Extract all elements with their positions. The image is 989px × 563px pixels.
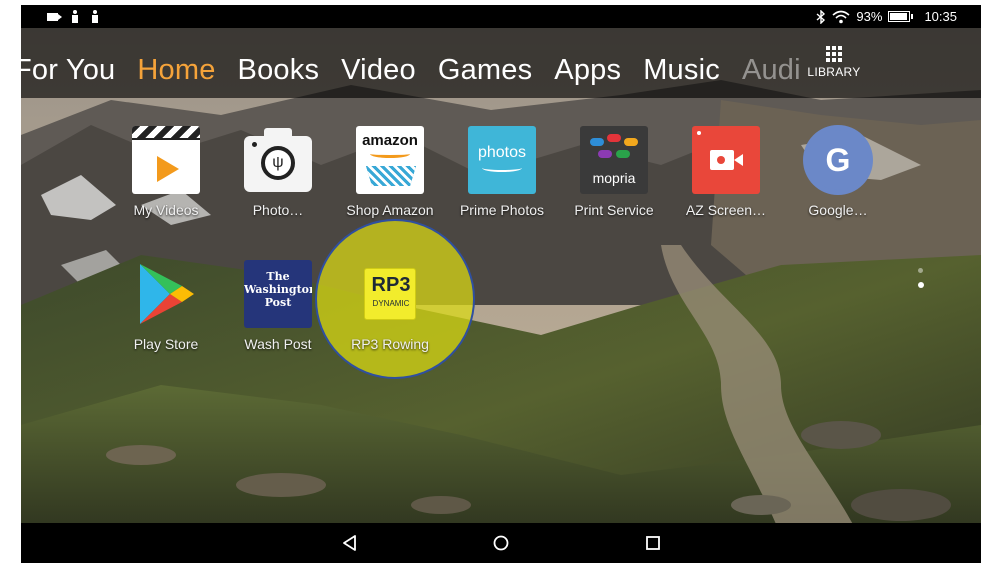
bluetooth-icon bbox=[816, 9, 826, 24]
app-label: Prime Photos bbox=[459, 202, 545, 218]
app-label: Google… bbox=[808, 202, 868, 218]
washington-post-icon: The Washington Post bbox=[244, 260, 312, 328]
google-settings-icon: G bbox=[804, 126, 872, 194]
person-icon bbox=[92, 10, 98, 23]
my-videos-icon bbox=[132, 126, 200, 194]
recents-icon[interactable] bbox=[642, 532, 664, 554]
app-print-service[interactable]: mopria Print Service bbox=[562, 126, 666, 218]
app-label: Shop Amazon bbox=[346, 202, 434, 218]
library-label: LIBRARY bbox=[807, 65, 861, 79]
app-label: Wash Post bbox=[244, 336, 312, 352]
app-label: Print Service bbox=[574, 202, 654, 218]
mopria-icon-text: mopria bbox=[592, 170, 636, 186]
tab-video[interactable]: Video bbox=[341, 54, 416, 87]
app-google-settings[interactable]: G Google… bbox=[786, 126, 890, 218]
app-az-screen[interactable]: AZ Screen… bbox=[674, 126, 778, 218]
app-play-store[interactable]: Play Store bbox=[114, 260, 218, 352]
battery-icon bbox=[888, 11, 914, 22]
app-shop-amazon[interactable]: amazon Shop Amazon bbox=[338, 126, 442, 218]
app-label: AZ Screen… bbox=[685, 202, 767, 218]
page-dot-current bbox=[918, 282, 924, 288]
tablet-screen: 93% 10:35 For You Home Books Video Games… bbox=[21, 5, 981, 563]
battery-fill bbox=[890, 13, 908, 20]
status-bar: 93% 10:35 bbox=[21, 5, 981, 28]
tab-books[interactable]: Books bbox=[238, 54, 320, 87]
play-store-icon bbox=[132, 260, 200, 328]
person-icon bbox=[72, 10, 78, 23]
grid-icon bbox=[826, 46, 842, 62]
page-indicator bbox=[918, 268, 924, 297]
app-rp3-rowing[interactable]: RP3 DYNAMIC RP3 Rowing bbox=[338, 260, 442, 352]
battery-percent: 93% bbox=[856, 9, 883, 24]
tab-apps[interactable]: Apps bbox=[554, 54, 621, 87]
app-label: RP3 Rowing bbox=[351, 336, 429, 352]
app-label: My Videos bbox=[133, 202, 199, 218]
amazon-icon-text: amazon bbox=[362, 132, 418, 149]
prime-photos-icon-text: photos bbox=[477, 144, 527, 161]
library-button[interactable]: LIBRARY bbox=[807, 46, 861, 79]
rp3-icon: RP3 DYNAMIC bbox=[364, 268, 416, 320]
screen-recorder-icon bbox=[692, 126, 760, 194]
prime-photos-icon: photos bbox=[468, 126, 536, 194]
tab-music[interactable]: Music bbox=[643, 54, 720, 87]
bottom-nav-bar bbox=[21, 523, 981, 563]
app-prime-photos[interactable]: photos Prime Photos bbox=[450, 126, 554, 218]
amazon-icon: amazon bbox=[356, 126, 424, 194]
rp3-icon-text: RP3 bbox=[371, 274, 411, 296]
page-dot bbox=[918, 268, 923, 273]
google-icon-text: G bbox=[808, 130, 868, 190]
app-label: Play Store bbox=[133, 336, 199, 352]
top-nav-bar: For You Home Books Video Games Apps Musi… bbox=[21, 28, 981, 98]
app-wash-post[interactable]: The Washington Post Wash Post bbox=[226, 260, 330, 352]
washington-post-icon-text: The Washington Post bbox=[244, 270, 312, 309]
camera-icon bbox=[47, 12, 62, 21]
app-photos[interactable]: ψ Photo… bbox=[226, 126, 330, 218]
nav-tabs: For You Home Books Video Games Apps Musi… bbox=[21, 54, 823, 87]
wifi-icon bbox=[832, 10, 850, 23]
app-label: Photo… bbox=[252, 202, 304, 218]
tab-home[interactable]: Home bbox=[137, 54, 215, 87]
mopria-icon: mopria bbox=[580, 126, 648, 194]
clock: 10:35 bbox=[924, 9, 957, 24]
tab-for-you[interactable]: For You bbox=[21, 54, 115, 87]
tab-games[interactable]: Games bbox=[438, 54, 532, 87]
rp3-icon-subtext: DYNAMIC bbox=[372, 299, 410, 308]
camera-icon: ψ bbox=[244, 126, 312, 194]
app-my-videos[interactable]: My Videos bbox=[114, 126, 218, 218]
tab-audible[interactable]: Audi bbox=[742, 54, 801, 87]
home-icon[interactable] bbox=[490, 532, 512, 554]
back-icon[interactable] bbox=[339, 532, 361, 554]
